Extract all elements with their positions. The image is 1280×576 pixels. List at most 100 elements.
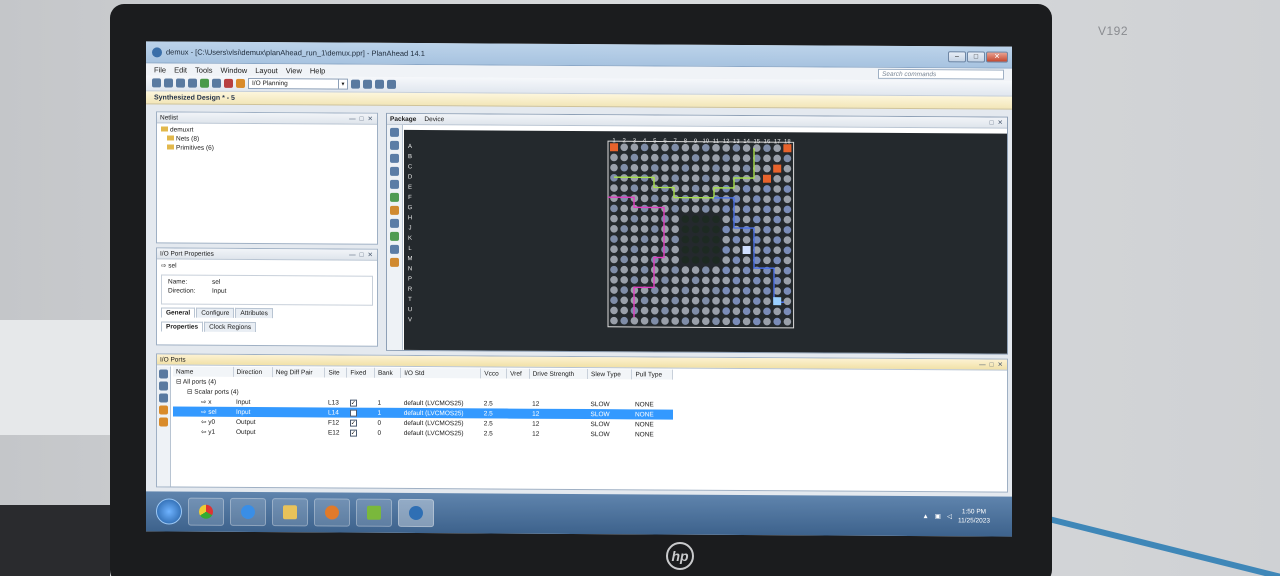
- package-pin[interactable]: [610, 214, 618, 223]
- package-pin[interactable]: [783, 164, 792, 173]
- package-pin[interactable]: [651, 306, 659, 315]
- package-pin[interactable]: [742, 236, 751, 244]
- package-pin[interactable]: [651, 194, 659, 203]
- package-pin[interactable]: [712, 317, 720, 326]
- package-pin[interactable]: [702, 286, 710, 295]
- package-pin[interactable]: [651, 184, 659, 193]
- package-pin[interactable]: [630, 143, 639, 152]
- package-pin[interactable]: [763, 276, 771, 285]
- package-pin[interactable]: [732, 307, 741, 315]
- assigned-pin[interactable]: [783, 144, 792, 153]
- package-pin[interactable]: [620, 225, 628, 233]
- package-pin[interactable]: [702, 245, 710, 254]
- package-pin[interactable]: [661, 276, 669, 284]
- package-pin[interactable]: [722, 205, 731, 213]
- zoom-out-icon[interactable]: [390, 166, 399, 176]
- package-pin[interactable]: [783, 287, 792, 295]
- volume-icon[interactable]: ◁: [947, 512, 952, 520]
- package-pin[interactable]: [722, 144, 731, 152]
- package-canvas[interactable]: 1 2 3 4 5 6 7 8 9 10 11 12 13 14 15 16 17 18 A B C D E F G H J K L M N…: [404, 129, 1007, 354]
- package-pin[interactable]: [783, 246, 792, 255]
- collapse-all-icon[interactable]: [159, 393, 168, 403]
- package-pin[interactable]: [651, 164, 659, 172]
- menu-file[interactable]: File: [154, 65, 166, 74]
- copy-icon[interactable]: [188, 78, 197, 88]
- package-pin[interactable]: [783, 307, 792, 316]
- package-pin[interactable]: [742, 307, 751, 316]
- package-pin[interactable]: [640, 266, 649, 274]
- package-pin[interactable]: [640, 235, 649, 244]
- package-pin[interactable]: [651, 143, 659, 152]
- package-pin[interactable]: [742, 256, 751, 265]
- package-pin[interactable]: [691, 174, 700, 183]
- package-pin[interactable]: [742, 154, 751, 163]
- package-pin[interactable]: [640, 245, 649, 254]
- package-pin[interactable]: [661, 194, 669, 203]
- package-pin[interactable]: [712, 297, 720, 305]
- back-icon[interactable]: [390, 140, 399, 150]
- package-pin[interactable]: [681, 154, 690, 162]
- package-pin[interactable]: [742, 205, 751, 214]
- package-pin[interactable]: [651, 215, 659, 223]
- package-pin[interactable]: [732, 317, 741, 326]
- fixed-checkbox[interactable]: ✓: [349, 399, 357, 407]
- minimize-icon[interactable]: —: [349, 114, 356, 124]
- assigned-pin[interactable]: [773, 164, 782, 173]
- package-pin[interactable]: [620, 296, 628, 305]
- package-pin[interactable]: [742, 287, 751, 295]
- package-pin[interactable]: [763, 236, 771, 244]
- close-icon[interactable]: ✕: [368, 250, 373, 260]
- package-pin[interactable]: [651, 317, 659, 325]
- package-pin[interactable]: [681, 235, 690, 244]
- package-pin[interactable]: [651, 266, 659, 274]
- package-pin[interactable]: [773, 205, 782, 214]
- package-pin[interactable]: [763, 307, 771, 316]
- taskbar-planahead[interactable]: [398, 498, 434, 528]
- package-pin[interactable]: [610, 194, 618, 203]
- maximize-button[interactable]: □: [967, 51, 985, 63]
- package-pin[interactable]: [773, 195, 782, 204]
- port-selector[interactable]: ⇨ sel: [157, 259, 377, 272]
- package-pin[interactable]: [671, 153, 680, 162]
- package-pin[interactable]: [651, 245, 659, 254]
- tab-package[interactable]: Package: [390, 114, 416, 124]
- package-pin[interactable]: [712, 266, 720, 275]
- save-icon[interactable]: [152, 78, 161, 88]
- package-pin[interactable]: [783, 236, 792, 244]
- package-pin[interactable]: [722, 225, 731, 234]
- assigned-pin[interactable]: [610, 143, 618, 152]
- package-pin[interactable]: [722, 164, 731, 173]
- package-pin[interactable]: [722, 266, 731, 275]
- package-pin[interactable]: [753, 287, 761, 295]
- move-icon[interactable]: [363, 79, 372, 89]
- package-pin[interactable]: [640, 296, 649, 305]
- package-pin[interactable]: [753, 195, 761, 203]
- start-button[interactable]: [156, 498, 182, 525]
- package-pin[interactable]: [661, 174, 669, 182]
- package-pin[interactable]: [671, 174, 680, 182]
- package-pin[interactable]: [661, 204, 669, 213]
- minimize-icon[interactable]: —: [349, 250, 356, 260]
- minimize-icon[interactable]: —: [979, 359, 986, 369]
- package-pin[interactable]: [661, 143, 669, 152]
- package-pin[interactable]: [620, 163, 628, 172]
- package-pin[interactable]: [610, 255, 618, 264]
- package-pin[interactable]: [712, 215, 720, 224]
- package-pin[interactable]: [702, 266, 710, 274]
- package-pin[interactable]: [783, 266, 792, 275]
- package-pin[interactable]: [651, 153, 659, 162]
- package-pin[interactable]: [773, 144, 782, 153]
- col-io-std[interactable]: I/O Std: [400, 367, 481, 379]
- close-icon[interactable]: ✕: [368, 114, 373, 124]
- package-pin[interactable]: [702, 143, 710, 152]
- package-pin[interactable]: [702, 164, 710, 172]
- package-pin[interactable]: [732, 164, 741, 173]
- package-pin[interactable]: [610, 235, 618, 243]
- package-pin[interactable]: [763, 225, 771, 234]
- package-pin[interactable]: [691, 215, 700, 223]
- package-pin[interactable]: [722, 184, 731, 193]
- package-pin[interactable]: [691, 154, 700, 162]
- menu-help[interactable]: Help: [310, 66, 325, 75]
- fixed-checkbox[interactable]: ✓: [349, 409, 357, 417]
- package-pin[interactable]: [702, 215, 710, 223]
